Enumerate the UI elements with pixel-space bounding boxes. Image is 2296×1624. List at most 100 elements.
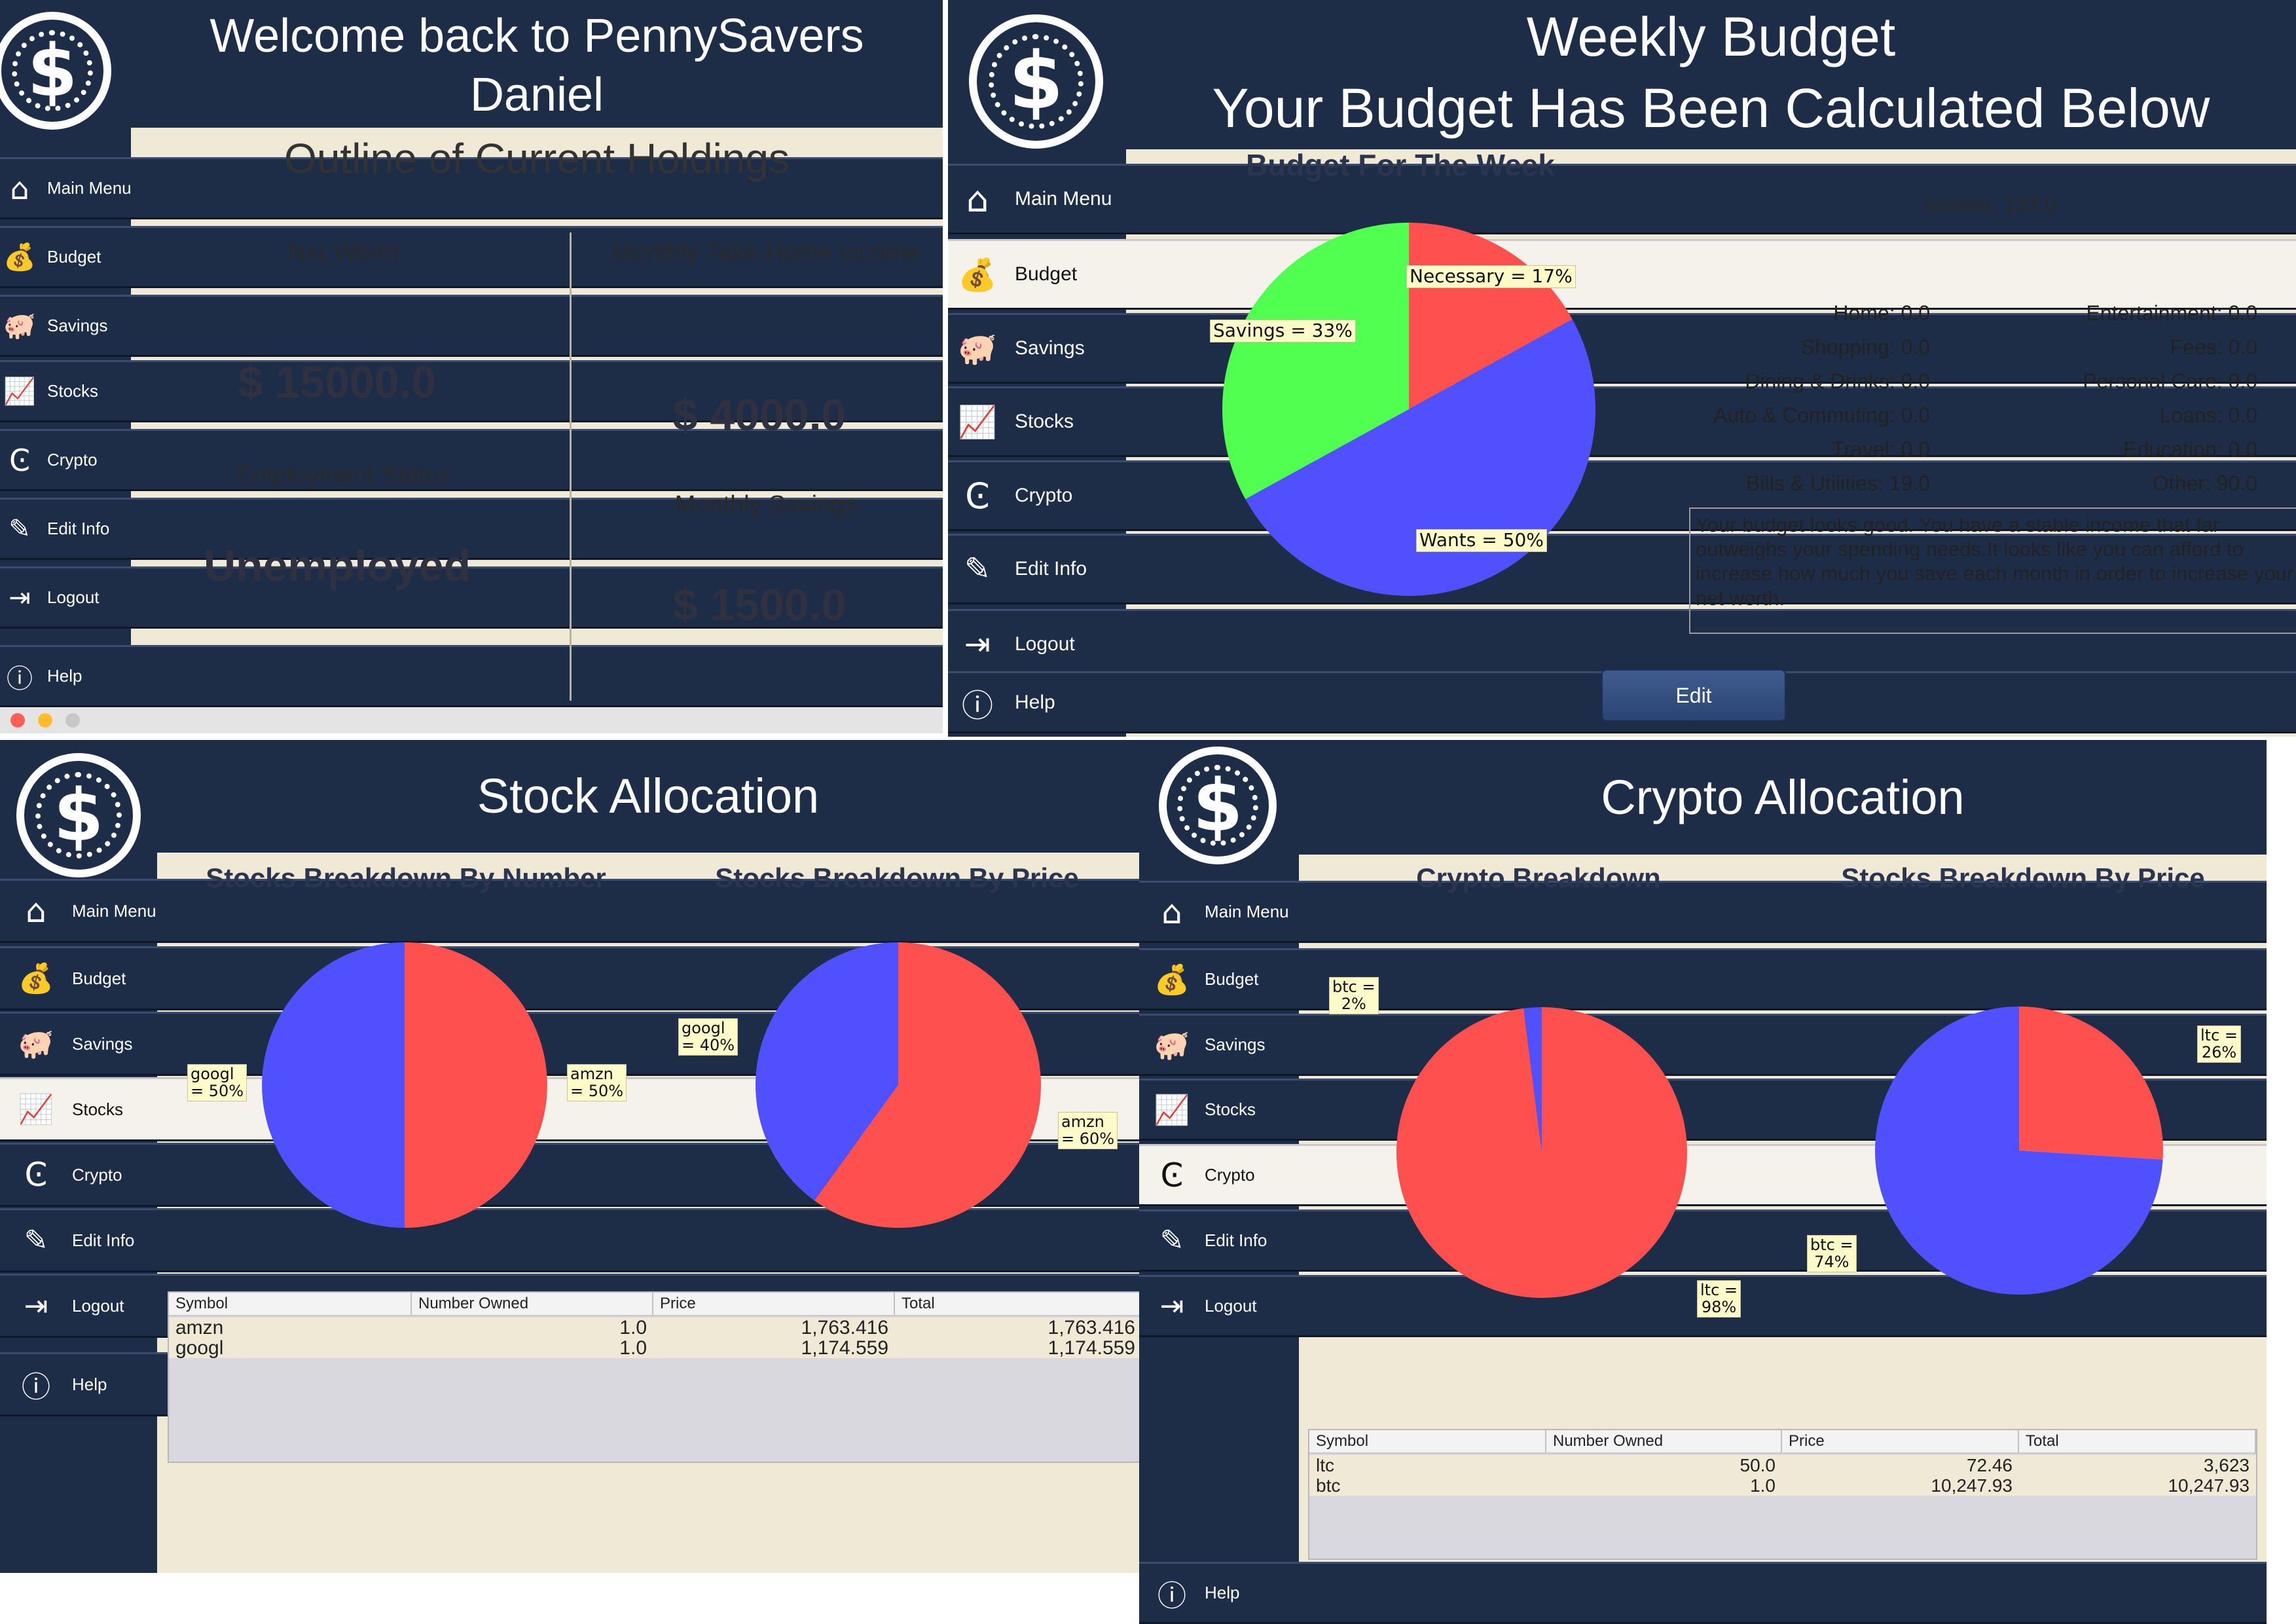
crypto-allocation-title: Crypto Allocation bbox=[1601, 770, 1965, 824]
dashboard-window: $ Welcome back to PennySavers Daniel ⌂ M… bbox=[0, 0, 943, 733]
logout-icon: ⇥ bbox=[24, 1289, 48, 1323]
col-total[interactable]: Total bbox=[895, 1293, 1139, 1315]
savings-slice-label: Savings = 33% bbox=[1210, 320, 1356, 342]
category-fees: Fees: 0.0 bbox=[2170, 335, 2257, 359]
category-personal-care: Personal Care: 0.0 bbox=[2083, 369, 2257, 393]
budget-categories-right: Entertainment: 0.0 Fees: 0.0 Personal Ca… bbox=[2002, 296, 2257, 500]
category-home: Home: 0.0 bbox=[1833, 301, 1930, 325]
col-total[interactable]: Total bbox=[2019, 1430, 2256, 1452]
crypto-coin-icon: Ͼ bbox=[1160, 1156, 1184, 1194]
wants-slice-label: Wants = 50% bbox=[1416, 529, 1547, 552]
house-icon: ⌂ bbox=[26, 892, 46, 930]
app-logo: $ bbox=[969, 14, 1103, 149]
crypto-window: $ Crypto Allocation ⌂ Main Menu 💰 Budget… bbox=[1139, 740, 2267, 1624]
necessary-slice-label: Necessary = 17% bbox=[1406, 265, 1576, 288]
employment-value: Unemployed bbox=[203, 541, 471, 591]
dashboard-header: Welcome back to PennySavers Daniel bbox=[131, 0, 943, 128]
crypto-by-price-title: Stocks Breakdown By Price bbox=[1841, 862, 2205, 893]
money-bag-calculator-icon: 💰 bbox=[18, 962, 54, 995]
holdings-subtitle: Outline of Current Holdings bbox=[284, 135, 790, 182]
monthly-savings-label: Monthly Savings bbox=[674, 491, 858, 519]
table-row[interactable]: ltc 50.0 72.46 3,623 bbox=[1309, 1455, 2256, 1475]
stock-header: Stock Allocation bbox=[157, 740, 1139, 853]
stocks-by-number-pie bbox=[262, 942, 547, 1228]
edit-icon: ✎ bbox=[1159, 1224, 1184, 1257]
category-bills: Bills & Utilities: 19.0 bbox=[1746, 471, 1930, 495]
money-bag-calculator-icon: 💰 bbox=[1154, 963, 1190, 997]
money-bag-calculator-icon: 💰 bbox=[958, 256, 997, 293]
ltc-breakdown-label: ltc = 98% bbox=[1697, 1280, 1741, 1318]
crypto-breakdown-title: Crypto Breakdown bbox=[1416, 862, 1661, 893]
crypto-coin-icon: Ͼ bbox=[24, 1156, 48, 1194]
maximize-window-button[interactable] bbox=[65, 713, 80, 728]
stocks-table: Symbol Number Owned Price Total amzn 1.0… bbox=[168, 1291, 1139, 1463]
crypto-coin-icon: Ͼ bbox=[9, 442, 31, 478]
weekly-budget-title: Weekly Budget bbox=[1526, 6, 1896, 67]
category-loans: Loans: 0.0 bbox=[2159, 403, 2257, 427]
category-shopping: Shopping: 0.0 bbox=[1800, 335, 1931, 359]
nav-help[interactable]: ⓘ Help bbox=[1139, 1562, 2267, 1624]
app-logo: $ bbox=[16, 753, 141, 877]
minimize-window-button[interactable] bbox=[38, 713, 52, 728]
col-number-owned[interactable]: Number Owned bbox=[1546, 1430, 1782, 1452]
budget-advice-text: Your budget looks good. You have a stabl… bbox=[1689, 507, 2296, 634]
col-price[interactable]: Price bbox=[653, 1293, 895, 1315]
table-row[interactable]: googl 1.0 1,174.559 1,174.559 bbox=[169, 1338, 1139, 1358]
bar-chart-icon: 📈 bbox=[1154, 1093, 1190, 1127]
nav-savings[interactable]: 🐖 Savings bbox=[0, 295, 943, 357]
amzn-price-label: amzn = 60% bbox=[1058, 1112, 1118, 1149]
house-icon: ⌂ bbox=[1161, 893, 1182, 931]
pie-slice-0 bbox=[405, 942, 547, 1228]
stocks-by-number-title: Stocks Breakdown By Number bbox=[206, 862, 606, 893]
bar-chart-icon: 📈 bbox=[3, 377, 36, 407]
budget-pie-title: Budget For The Week bbox=[1246, 148, 1555, 182]
income-label: Monthly Take Home Income bbox=[611, 239, 920, 267]
edit-budget-button[interactable]: Edit bbox=[1601, 669, 1786, 722]
col-price[interactable]: Price bbox=[1782, 1430, 2019, 1452]
stock-window: $ Stock Allocation ⌂ Main Menu 💰 Budget … bbox=[0, 740, 1139, 1573]
welcome-title: Welcome back to PennySavers bbox=[210, 10, 864, 62]
crypto-table-header: Symbol Number Owned Price Total bbox=[1309, 1430, 2256, 1454]
category-auto: Auto & Commuting: 0.0 bbox=[1713, 403, 1930, 427]
net-worth-label: Net Worth bbox=[287, 239, 400, 267]
piggy-bank-icon: 🐖 bbox=[958, 330, 997, 367]
table-row[interactable]: btc 1.0 10,247.93 10,247.93 bbox=[1309, 1475, 2256, 1496]
pie-slice-0 bbox=[2019, 1006, 2163, 1160]
crypto-breakdown-pie bbox=[1396, 1007, 1687, 1298]
stocks-by-price-pie bbox=[756, 942, 1041, 1228]
googl-number-label: googl = 50% bbox=[187, 1064, 247, 1101]
nav-budget[interactable]: 💰 Budget bbox=[1139, 948, 2267, 1010]
nav-help[interactable]: ⓘ Help bbox=[0, 645, 943, 707]
house-icon: ⌂ bbox=[966, 178, 989, 220]
amzn-number-label: amzn = 50% bbox=[567, 1064, 627, 1101]
col-symbol[interactable]: Symbol bbox=[169, 1293, 412, 1315]
col-symbol[interactable]: Symbol bbox=[1309, 1430, 1546, 1452]
piggy-bank-icon: 🐖 bbox=[1154, 1028, 1190, 1062]
window-bottom-bar bbox=[0, 707, 943, 733]
budget-income: Income: 123.0 bbox=[1923, 193, 2056, 217]
question-icon: ⓘ bbox=[961, 687, 993, 724]
category-entertainment: Entertainment: 0.0 bbox=[2086, 301, 2257, 325]
column-divider bbox=[570, 232, 572, 701]
budget-header: Weekly Budget Your Budget Has Been Calcu… bbox=[1126, 0, 2296, 149]
edit-icon: ✎ bbox=[964, 551, 991, 587]
edit-icon: ✎ bbox=[24, 1223, 48, 1257]
col-number-owned[interactable]: Number Owned bbox=[412, 1293, 653, 1315]
app-logo: $ bbox=[1159, 747, 1277, 864]
nav-main-menu[interactable]: ⌂ Main Menu bbox=[948, 164, 2296, 234]
googl-price-label: googl = 40% bbox=[678, 1018, 738, 1056]
table-row[interactable]: amzn 1.0 1,763.416 1,763.416 bbox=[169, 1318, 1139, 1338]
app-logo: $ bbox=[0, 12, 111, 130]
btc-price-label: btc = 74% bbox=[1807, 1235, 1857, 1272]
stocks-by-price-title: Stocks Breakdown By Price bbox=[715, 862, 1079, 893]
house-icon: ⌂ bbox=[10, 170, 29, 206]
income-value: $ 4000.0 bbox=[672, 390, 847, 440]
budget-categories-left: Home: 0.0 Shopping: 0.0 Dining & Drinks:… bbox=[1668, 296, 1930, 500]
money-bag-calculator-icon: 💰 bbox=[3, 242, 36, 272]
close-window-button[interactable] bbox=[10, 713, 25, 728]
pie-slice-1 bbox=[262, 942, 405, 1228]
budget-calculated-subtitle: Your Budget Has Been Calculated Below bbox=[1212, 77, 2210, 139]
logout-icon: ⇥ bbox=[9, 582, 31, 613]
crypto-by-price-pie bbox=[1875, 1006, 2163, 1295]
budget-window: $ Weekly Budget Your Budget Has Been Cal… bbox=[948, 0, 2296, 737]
